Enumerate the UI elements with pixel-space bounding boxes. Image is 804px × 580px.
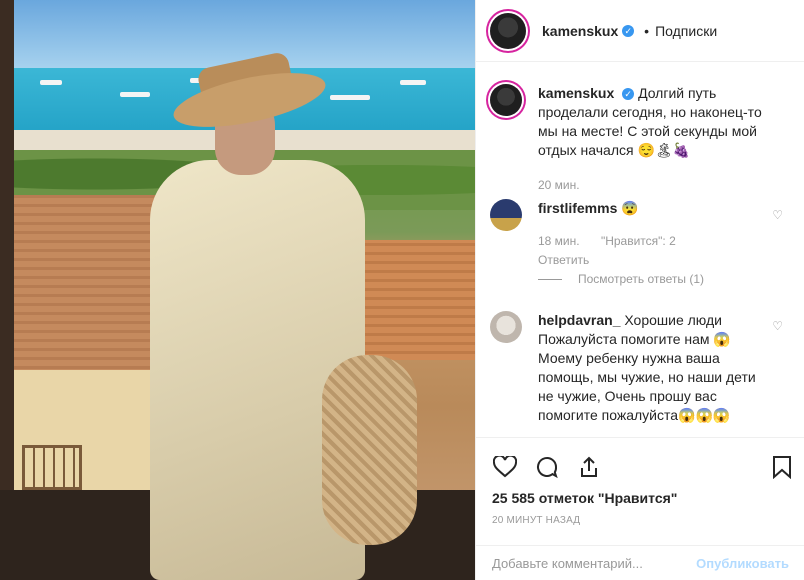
woven-bag	[322, 355, 417, 545]
comment-text: Хорошие люди Пожалуйста помогите нам 😱 М…	[538, 312, 756, 423]
caption-time[interactable]: 20 мин.	[538, 178, 580, 192]
bookmark-icon[interactable]	[769, 454, 795, 480]
reply-button[interactable]: Ответить	[538, 253, 589, 267]
post-sidebar: kamenskux ✓ • Подписки kamenskux ✓ Долги…	[475, 0, 804, 580]
verified-badge-icon: ✓	[622, 88, 635, 101]
comment-input[interactable]: Добавьте комментарий...	[492, 556, 696, 571]
avatar[interactable]	[490, 199, 522, 231]
comment-text: 😨	[621, 200, 639, 216]
following-button[interactable]: Подписки	[655, 23, 717, 39]
caption-username[interactable]: kamenskux	[538, 85, 614, 101]
publish-button[interactable]: Опубликовать	[696, 556, 789, 571]
post-timestamp[interactable]: 20 МИНУТ НАЗАД	[492, 515, 580, 526]
avatar[interactable]	[490, 12, 526, 49]
avatar[interactable]	[490, 311, 522, 343]
post-photo[interactable]	[0, 0, 475, 580]
caption: kamenskux ✓ Долгий путь проделали сегодн…	[490, 84, 790, 195]
comment-item: firstlifemms 😨 18 мин. "Нравится": 2 Отв…	[490, 199, 790, 270]
comments-list[interactable]: kamenskux ✓ Долгий путь проделали сегодн…	[476, 63, 804, 436]
add-comment-bar: Добавьте комментарий... Опубликовать	[476, 545, 804, 580]
comment-icon[interactable]	[534, 454, 560, 480]
share-icon[interactable]	[576, 454, 602, 480]
view-replies-button[interactable]: Посмотреть ответы (1)	[538, 272, 704, 286]
comment-heart-icon[interactable]: ♡	[772, 319, 783, 333]
comment-time[interactable]: 18 мин.	[538, 234, 580, 248]
comment-username[interactable]: firstlifemms	[538, 200, 617, 216]
comment-item: helpdavran_ Хорошие люди Пожалуйста помо…	[490, 311, 790, 425]
avatar[interactable]	[490, 84, 522, 116]
post-header: kamenskux ✓ • Подписки	[476, 0, 804, 62]
instagram-post: kamenskux ✓ • Подписки kamenskux ✓ Долги…	[0, 0, 804, 580]
likes-count[interactable]: 25 585 отметок "Нравится"	[492, 490, 677, 506]
author-username[interactable]: kamenskux	[542, 23, 618, 39]
verified-badge-icon: ✓	[622, 24, 635, 37]
comment-heart-icon[interactable]: ♡	[772, 208, 783, 222]
post-actions: 25 585 отметок "Нравится" 20 МИНУТ НАЗАД…	[476, 437, 804, 580]
heart-icon[interactable]	[492, 454, 518, 480]
comment-likes[interactable]: "Нравится": 2	[601, 234, 676, 248]
comment-username[interactable]: helpdavran_	[538, 312, 620, 328]
